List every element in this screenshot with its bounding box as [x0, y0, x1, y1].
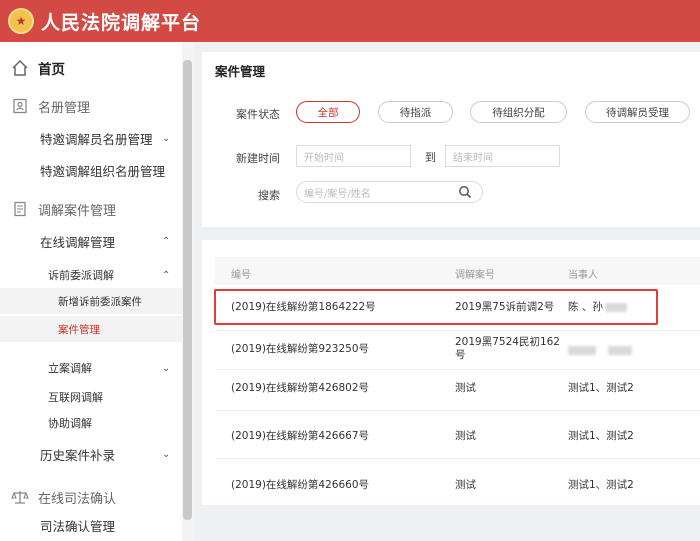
status-label: 案件状态	[236, 108, 280, 121]
table-row-4-parties: 测试1、测试2	[568, 430, 634, 442]
chevron-up-icon: ⌃	[162, 269, 171, 281]
sidebar-item-home[interactable]: 首页	[0, 56, 182, 80]
sidebar-item-internet-mediation[interactable]: 互联网调解	[0, 387, 182, 407]
chevron-down-icon: ⌄	[162, 362, 171, 374]
app-header: ★ 人民法院调解平台	[0, 0, 700, 42]
chevron-up-icon: ⌃	[162, 235, 171, 247]
sidebar-item-org-roster[interactable]: 特邀调解组织名册管理	[0, 160, 182, 180]
search-icon[interactable]	[458, 185, 472, 199]
sidebar-item-online-mediation[interactable]: 在线调解管理 ⌃	[0, 231, 182, 251]
chevron-down-icon: ⌄	[162, 448, 171, 460]
home-icon	[11, 59, 29, 77]
to-label: 到	[425, 151, 436, 164]
sidebar-item-judicial-management[interactable]: 司法确认管理	[0, 515, 182, 535]
redacted-name	[568, 345, 596, 355]
roster-icon	[11, 97, 29, 115]
end-time-field[interactable]: 结束时间	[445, 145, 560, 167]
sidebar-item-new-presuit-case[interactable]: 新增诉前委派案件	[0, 288, 182, 314]
redacted-name	[608, 345, 632, 355]
column-header-parties: 当事人	[568, 270, 598, 281]
sidebar-item-presuit[interactable]: 诉前委派调解 ⌃	[0, 265, 182, 285]
search-label: 搜索	[258, 189, 280, 202]
table-row-2-case-no: 2019黑7524民初162号	[455, 336, 560, 361]
chevron-down-icon: ⌄	[162, 132, 171, 144]
start-time-field[interactable]: 开始时间	[296, 145, 411, 167]
page-title: 案件管理	[215, 64, 266, 79]
sidebar-group-judicial[interactable]: 在线司法确认	[0, 486, 182, 508]
table-row-2-parties	[568, 344, 632, 357]
status-option-pending-mediator[interactable]: 待调解员受理	[585, 101, 690, 123]
scrollbar-thumb[interactable]	[183, 60, 192, 520]
sidebar-group-roster[interactable]: 名册管理	[0, 95, 182, 117]
column-header-case-no: 调解案号	[455, 270, 495, 281]
sidebar-group-cases[interactable]: 调解案件管理	[0, 198, 182, 220]
time-label: 新建时间	[236, 152, 280, 165]
status-option-pending-assign[interactable]: 待指派	[378, 101, 453, 123]
table-row-3-parties: 测试1、测试2	[568, 382, 634, 394]
table-row-4-id[interactable]: (2019)在线解纷第426667号	[231, 430, 369, 443]
column-header-id: 编号	[231, 270, 251, 281]
search-input[interactable]: 编号/案号/姓名	[296, 181, 483, 203]
row-highlight-box	[214, 289, 658, 325]
table-row-2-id[interactable]: (2019)在线解纷第923250号	[231, 343, 369, 356]
table-row-3-id[interactable]: (2019)在线解纷第426802号	[231, 382, 369, 395]
status-option-all[interactable]: 全部	[296, 101, 360, 123]
row-divider	[215, 458, 700, 459]
status-option-pending-org[interactable]: 待组织分配	[470, 101, 567, 123]
table-row-5-parties: 测试1、测试2	[568, 479, 634, 491]
scale-icon	[11, 488, 29, 506]
app-title: 人民法院调解平台	[41, 11, 202, 34]
sidebar-item-assist-mediation[interactable]: 协助调解	[0, 413, 182, 433]
sidebar-item-mediator-roster[interactable]: 特邀调解员名册管理 ⌄	[0, 128, 182, 148]
table-row-3-case-no: 测试	[455, 382, 476, 394]
table-row-5-case-no: 测试	[455, 479, 476, 491]
table-row-5-id[interactable]: (2019)在线解纷第426660号	[231, 479, 369, 492]
row-divider	[215, 369, 700, 370]
sidebar-item-history[interactable]: 历史案件补录 ⌄	[0, 444, 182, 464]
sidebar-item-filing-mediation[interactable]: 立案调解 ⌄	[0, 358, 182, 378]
document-icon	[11, 200, 29, 218]
row-divider	[215, 410, 700, 411]
table-row-4-case-no: 测试	[455, 430, 476, 442]
row-divider	[215, 330, 700, 331]
emblem-icon: ★	[8, 8, 34, 34]
sidebar-item-case-management[interactable]: 案件管理	[0, 316, 182, 342]
